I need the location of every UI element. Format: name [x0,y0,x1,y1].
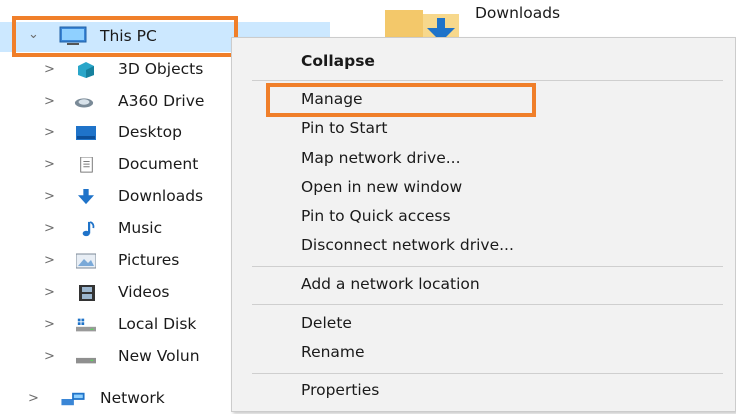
nav-label: Music [118,219,163,237]
chevron-right-icon[interactable]: > [44,317,55,332]
menu-separator [252,266,723,267]
desktop-icon [76,126,96,140]
menu-item-properties[interactable]: Properties [301,381,379,399]
nav-label: A360 Drive [118,92,205,110]
nav-label: Desktop [118,123,182,141]
menu-separator [252,304,723,305]
chevron-right-icon[interactable]: > [44,94,55,109]
chevron-right-icon[interactable]: > [44,221,55,236]
nav-label: Document [118,155,199,173]
nav-label: Network [100,389,165,407]
menu-separator [252,373,723,374]
menu-separator [252,80,723,81]
nav-label: 3D Objects [118,60,204,78]
film-strip-icon [79,285,95,301]
chevron-right-icon[interactable]: > [44,253,55,268]
downloads-folder-label[interactable]: Downloads [475,4,560,22]
document-icon [80,157,93,173]
menu-item-pin-to-start[interactable]: Pin to Start [301,119,387,137]
nav-label: Pictures [118,251,180,269]
network-icon [61,392,85,406]
menu-item-rename[interactable]: Rename [301,343,365,361]
menu-item-pin-to-quick-access[interactable]: Pin to Quick access [301,207,451,225]
nav-label: Videos [118,283,170,301]
menu-item-add-network-location[interactable]: Add a network location [301,275,480,293]
menu-item-collapse[interactable]: Collapse [301,52,375,70]
music-note-icon [82,221,95,237]
3d-objects-icon [78,62,94,78]
this-pc-highlight [12,16,238,57]
chevron-right-icon[interactable]: > [44,349,55,364]
nav-label: Local Disk [118,315,197,333]
chevron-right-icon[interactable]: > [44,157,55,172]
pictures-icon [76,253,96,269]
menu-item-delete[interactable]: Delete [301,314,352,332]
cloud-drive-icon [74,98,94,108]
chevron-right-icon[interactable]: > [44,285,55,300]
drive-icon [76,357,96,364]
chevron-right-icon[interactable]: > [44,62,55,77]
nav-label: New Volun [118,347,200,365]
chevron-right-icon[interactable]: > [44,189,55,204]
menu-item-map-network-drive[interactable]: Map network drive... [301,149,461,167]
download-arrow-icon [78,189,94,205]
menu-item-open-in-new-window[interactable]: Open in new window [301,178,462,196]
chevron-right-icon[interactable]: > [44,125,55,140]
menu-item-disconnect-network-drive[interactable]: Disconnect network drive... [301,236,514,254]
nav-label: Downloads [118,187,204,205]
chevron-right-icon[interactable]: > [28,391,39,406]
windows-drive-icon [76,318,96,332]
manage-highlight [266,83,536,117]
